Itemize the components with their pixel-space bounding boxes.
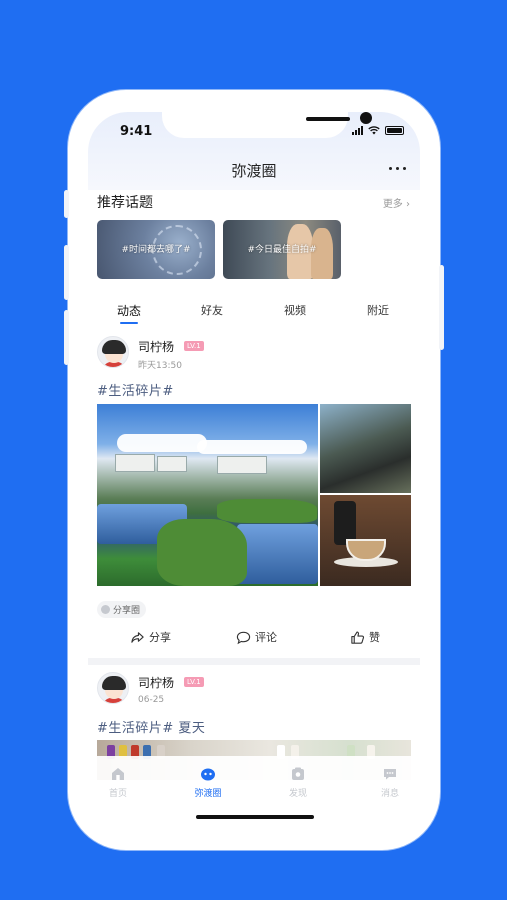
tabbar-label: 消息 — [380, 789, 399, 799]
post-author[interactable]: 司柠杨 — [138, 674, 174, 691]
tabbar-home[interactable]: 首页 — [88, 766, 148, 799]
tabbar-discover[interactable]: 发现 — [268, 766, 328, 799]
home-icon — [112, 768, 124, 780]
level-badge: LV.1 — [184, 677, 204, 687]
circle-icon — [201, 768, 215, 781]
app-screen: 9:41 弥渡圈 推荐话题 更多 › #时间都去哪了# #今日最佳自拍# 动态 … — [88, 112, 420, 828]
discover-icon — [292, 767, 304, 780]
home-indicator[interactable] — [196, 815, 314, 819]
tabbar-label: 弥渡圈 — [194, 789, 222, 799]
post-card[interactable]: 司柠杨 LV.1 06-25 #生活碎片# 夏天 — [88, 112, 420, 828]
avatar[interactable] — [97, 672, 129, 704]
power-button — [439, 265, 444, 350]
volume-up-button — [64, 245, 69, 300]
tabbar-messages[interactable]: 消息 — [360, 766, 420, 799]
volume-down-button — [64, 310, 69, 365]
post-time: 06-25 — [138, 695, 165, 705]
post-topic-tag[interactable]: #生活碎片# 夏天 — [97, 717, 205, 736]
message-icon — [384, 769, 396, 780]
tabbar-label: 首页 — [108, 789, 127, 799]
mute-switch — [64, 190, 69, 218]
tabbar-circle[interactable]: 弥渡圈 — [178, 766, 238, 799]
tabbar-label: 发现 — [288, 789, 307, 799]
